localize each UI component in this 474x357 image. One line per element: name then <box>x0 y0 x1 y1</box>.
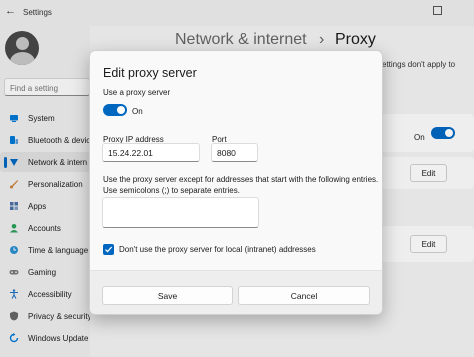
use-proxy-label: Use a proxy server <box>103 88 171 97</box>
local-addresses-checkbox[interactable] <box>103 244 114 255</box>
local-addresses-label: Don't use the proxy server for local (in… <box>119 245 316 254</box>
exceptions-label-line1: Use the proxy server except for addresse… <box>103 175 379 184</box>
edit-proxy-dialog: Edit proxy server Use a proxy server On … <box>89 50 383 315</box>
exceptions-textarea[interactable] <box>102 197 259 228</box>
use-proxy-toggle[interactable] <box>103 104 127 116</box>
dialog-title: Edit proxy server <box>103 66 197 80</box>
checkmark-icon <box>105 246 113 253</box>
exceptions-label-line2: Use semicolons (;) to separate entries. <box>103 186 240 195</box>
save-button[interactable]: Save <box>102 286 233 305</box>
toggle-state-label: On <box>132 107 143 116</box>
cancel-button[interactable]: Cancel <box>238 286 370 305</box>
ip-address-field[interactable]: 15.24.22.01 <box>102 143 200 162</box>
port-field[interactable]: 8080 <box>211 143 258 162</box>
dialog-footer: Save Cancel <box>90 270 382 314</box>
